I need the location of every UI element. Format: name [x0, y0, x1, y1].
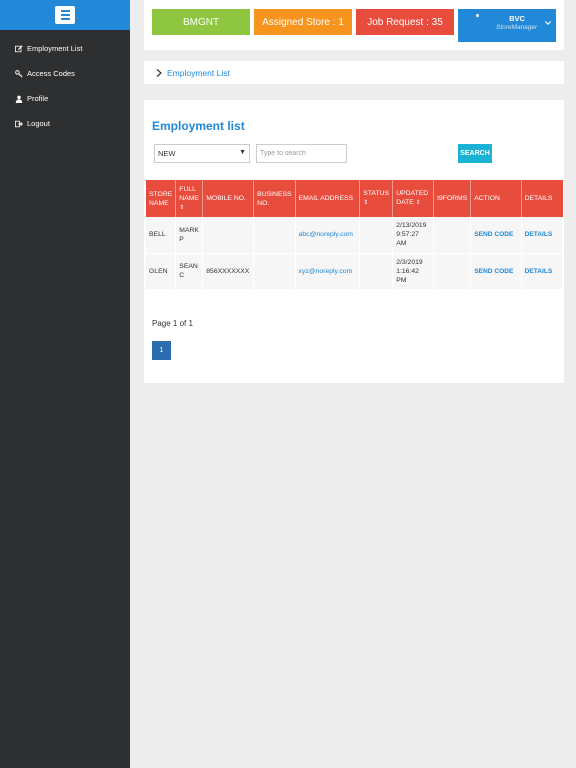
cell-store-name: GLEN	[146, 252, 177, 289]
column-header-mobile-no[interactable]: MOBILE NO.	[202, 180, 255, 217]
sidebar-item-profile[interactable]: Profile	[0, 86, 130, 111]
table-header-row: STORE NAME FULL NAME ⇕ MOBILE NO. BUSINE…	[146, 180, 563, 217]
send-code-button[interactable]: SEND CODE	[470, 252, 522, 289]
cell-email-address[interactable]: abc@noreply.com	[295, 217, 361, 253]
sort-icon: ⇕	[415, 200, 421, 206]
send-code-button[interactable]: SEND CODE	[470, 217, 522, 253]
chevron-right-icon	[156, 68, 162, 77]
column-header-action: ACTION	[470, 180, 522, 217]
user-name: BVC	[509, 14, 525, 23]
details-button[interactable]: DETAILS	[521, 217, 564, 253]
logout-icon	[13, 119, 24, 129]
sidebar-item-label: Logout	[27, 119, 50, 128]
assigned-store-card[interactable]: Assigned Store : 1	[254, 9, 352, 35]
breadcrumb: Employment List	[144, 61, 564, 84]
key-icon	[13, 69, 24, 79]
cell-status	[359, 252, 394, 289]
column-header-i9forms[interactable]: I9FORMS	[433, 180, 472, 217]
search-button[interactable]: SEARCH	[458, 144, 492, 163]
sidebar-item-label: Employment List	[27, 44, 83, 53]
sidebar-item-label: Profile	[27, 94, 49, 103]
employment-table: STORE NAME FULL NAME ⇕ MOBILE NO. BUSINE…	[146, 180, 564, 289]
top-bar: BMGNT Assigned Store : 1 Job Request : 3…	[144, 0, 564, 50]
column-header-updated-date[interactable]: UPDATED DATE ⇕	[392, 180, 435, 217]
cell-status	[359, 217, 394, 253]
cell-updated-date: 2/3/2019 1:16:42 PM	[392, 252, 435, 289]
breadcrumb-link-employment-list[interactable]: Employment List	[167, 68, 230, 78]
cell-mobile-no	[202, 217, 255, 253]
page-button-1[interactable]: 1	[152, 341, 171, 360]
sidebar-item-employment-list[interactable]: Employment List	[0, 36, 130, 61]
sidebar-item-logout[interactable]: Logout	[0, 111, 130, 136]
cell-business-no	[253, 252, 296, 289]
job-request-card[interactable]: Job Request : 35	[356, 9, 454, 35]
cell-store-name: BELL	[146, 217, 177, 253]
sidebar-item-label: Access Codes	[27, 69, 75, 78]
employment-panel: Employment list NEW ▼ SEARCH STORE NAME …	[144, 100, 564, 383]
edit-icon	[13, 44, 24, 54]
user-menu[interactable]: BVC StoreManager	[458, 9, 556, 42]
status-filter-select[interactable]: NEW ▼	[154, 144, 250, 163]
cell-full-name: MARK P	[175, 217, 204, 253]
sidebar-header	[0, 0, 130, 30]
column-header-business-no[interactable]: BUSINESS NO.	[253, 180, 296, 217]
cell-i9forms	[433, 217, 472, 253]
chevron-down-icon	[544, 21, 552, 25]
user-icon	[13, 94, 24, 104]
column-header-email-address[interactable]: EMAIL ADDRESS	[295, 180, 361, 217]
column-header-details: DETAILS	[521, 180, 563, 217]
cell-email-address[interactable]: xyz@noreply.com	[295, 252, 361, 289]
cell-full-name: SEAN C	[175, 252, 204, 289]
cell-updated-date: 2/13/2019 9:57:27 AM	[392, 217, 435, 253]
table-row: BELL MARK P abc@noreply.com 2/13/2019 9:…	[146, 217, 564, 253]
column-header-status[interactable]: STATUS ⇕	[359, 180, 394, 217]
sidebar-menu: Employment List Access Codes Profile Log…	[0, 30, 130, 136]
caret-down-icon: ▼	[239, 149, 246, 156]
user-role: StoreManager	[496, 24, 538, 31]
search-input[interactable]	[256, 144, 347, 163]
cell-mobile-no: 856XXXXXXX	[202, 252, 255, 289]
menu-toggle-icon[interactable]	[55, 6, 75, 24]
table-row: GLEN SEAN C 856XXXXXXX xyz@noreply.com 2…	[146, 252, 564, 289]
column-header-full-name[interactable]: FULL NAME ⇕	[175, 180, 204, 217]
page-title: Employment list	[152, 119, 245, 133]
column-header-store-name[interactable]: STORE NAME	[146, 180, 177, 217]
cell-business-no	[253, 217, 296, 253]
cell-i9forms	[433, 252, 472, 289]
sort-icon: ⇕	[179, 204, 185, 211]
brand-card: BMGNT	[152, 9, 250, 35]
status-filter-value: NEW	[158, 149, 176, 158]
pagination-info: Page 1 of 1	[152, 319, 193, 328]
details-button[interactable]: DETAILS	[521, 252, 564, 289]
sidebar-item-access-codes[interactable]: Access Codes	[0, 61, 130, 86]
sidebar: Employment List Access Codes Profile Log…	[0, 0, 130, 768]
sort-icon: ⇕	[363, 200, 369, 206]
